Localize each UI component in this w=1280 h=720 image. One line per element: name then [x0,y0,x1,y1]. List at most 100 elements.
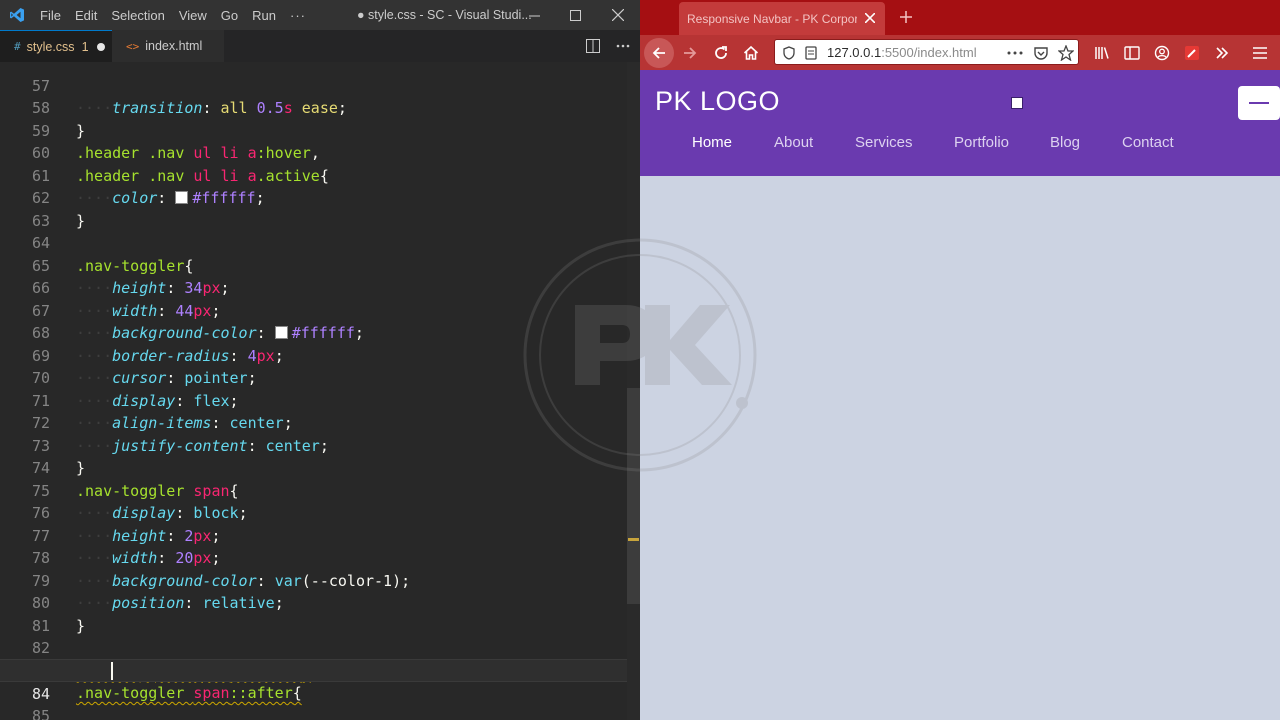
menu-file[interactable]: File [40,8,61,23]
current-code-line[interactable]: 84 [0,659,640,703]
code-line: 63 [0,187,640,230]
code-line: 82 .nav-toggler span::before, [0,615,640,680]
code-line: 74 .nav-toggler span{ [0,435,640,500]
shield-icon[interactable] [783,46,795,60]
editor-actions [586,30,630,62]
menu-selection[interactable]: Selection [111,8,164,23]
nav-toggler-button[interactable] [1238,86,1280,120]
nav-link-blog[interactable]: Blog [1050,134,1080,151]
page-actions-icon[interactable] [1007,51,1023,55]
browser-toolbar: 127.0.0.1:5500/index.html [640,35,1280,70]
menu-go[interactable]: Go [221,8,238,23]
new-tab-button[interactable] [894,5,918,29]
color-picker-extension-icon [1185,46,1199,60]
menu-run[interactable]: Run [252,8,276,23]
home-icon [743,45,759,60]
code-line: 61 ····color: #ffffff; [0,142,640,208]
vscode-logo-icon [10,8,24,22]
close-button[interactable] [600,0,636,30]
code-editor[interactable]: 57 ····transition: all 0.5s ease; 58 } 5… [0,62,640,720]
pocket-icon[interactable] [1033,45,1049,61]
browser-tab[interactable]: Responsive Navbar - PK Corporations [679,2,885,35]
tab-label: index.html [145,39,203,53]
arrow-left-icon [652,47,665,59]
account-icon [1154,45,1170,61]
vscode-window: File Edit Selection View Go Run ··· ● st… [0,0,640,720]
code-line: 62 } [0,165,640,230]
account-button[interactable] [1147,38,1177,68]
url-path: :5500/index.html [881,45,977,60]
url-host: 127.0.0.1 [827,45,882,60]
more-actions-icon[interactable] [616,44,630,48]
browser-tab-title: Responsive Navbar - PK Corporations [687,11,857,26]
code-line: 64 .nav-toggler{ [0,210,640,275]
address-bar[interactable]: 127.0.0.1:5500/index.html [774,39,1079,65]
menu-view[interactable]: View [179,8,207,23]
code-line: 75 ····display: block; [0,457,640,523]
code-line: 65 ····height: 34px; [0,232,640,298]
tab-style-css[interactable]: # style.css 1 [0,30,112,62]
nav-link-services[interactable]: Services [855,134,913,151]
code-line: 71 ····align-items: center; [0,367,640,433]
back-button[interactable] [644,38,674,68]
nav-link-portfolio[interactable]: Portfolio [954,134,1009,151]
close-icon [612,9,624,21]
code-line: 69 ····cursor: pointer; [0,322,640,388]
page-viewport: PK LOGO Home About Services Portfolio Bl… [640,70,1280,720]
nav-link-about[interactable]: About [774,134,813,151]
menu-bar: File Edit Selection View Go Run ··· [40,0,320,30]
code-line: 60 .header .nav ul li a.active{ [0,120,640,185]
maximize-icon [569,9,581,21]
text-cursor [111,662,113,680]
page-info-icon[interactable] [805,46,817,60]
overflow-menu-button[interactable] [1207,38,1237,68]
editor-tabbar: # style.css 1 <> index.html [0,30,640,62]
code-line: 85 } [0,682,640,720]
site-nav: Home About Services Portfolio Blog Conta… [640,134,1280,156]
menu-more[interactable]: ··· [290,8,306,23]
editor-scroll-thumb[interactable] [627,388,640,604]
code-line: 67 ····background-color: #ffffff; [0,277,640,343]
line-number: 85 [31,706,50,720]
scrollbar-marker [628,538,639,541]
reload-icon [715,46,727,59]
code-line: 77 ····width: 20px; [0,502,640,568]
chevron-double-right-icon [1216,47,1229,59]
arrow-right-icon [684,47,697,59]
url-text[interactable]: 127.0.0.1:5500/index.html [827,40,977,66]
problem-count-badge: 1 [81,39,89,54]
close-tab-button[interactable] [861,9,879,27]
menu-edit[interactable]: Edit [75,8,97,23]
hamburger-bar-icon [1249,102,1269,104]
hamburger-menu-icon [1253,47,1267,59]
nav-link-contact[interactable]: Contact [1122,134,1174,151]
site-logo[interactable]: PK LOGO [655,86,780,117]
close-icon [865,13,875,23]
split-editor-icon[interactable] [586,39,600,53]
code-line: 57 ····transition: all 0.5s ease; [0,62,640,118]
library-button[interactable] [1087,38,1117,68]
tab-index-html[interactable]: <> index.html [112,30,224,62]
code-line: 59 .header .nav ul li a:hover, [0,97,640,163]
extension-button[interactable] [1177,38,1207,68]
code-line: 80 } [0,570,640,635]
reload-button[interactable] [706,38,736,68]
unsaved-dot-icon[interactable] [96,42,105,51]
code-line: 73 } [0,412,640,478]
app-menu-button[interactable] [1245,38,1275,68]
bookmark-star-icon[interactable] [1058,45,1074,61]
firefox-window: Responsive Navbar - PK Corporations 127.… [640,0,1280,720]
maximize-button[interactable] [557,0,593,30]
window-title: ● style.css - SC - Visual Studi... [357,8,532,22]
sidebar-button[interactable] [1117,38,1147,68]
minimize-button[interactable] [516,0,552,30]
home-button[interactable] [736,38,766,68]
sidebar-icon [1124,46,1140,60]
code-line: 66 ····width: 44px; [0,255,640,320]
forward-button[interactable] [675,38,705,68]
code-line: 79 ····position: relative; [0,547,640,613]
code-line: 58 } [0,75,640,140]
code-line: 72 ····justify-content: center; [0,390,640,455]
nav-link-home[interactable]: Home [692,134,732,151]
small-white-square [1011,97,1023,109]
